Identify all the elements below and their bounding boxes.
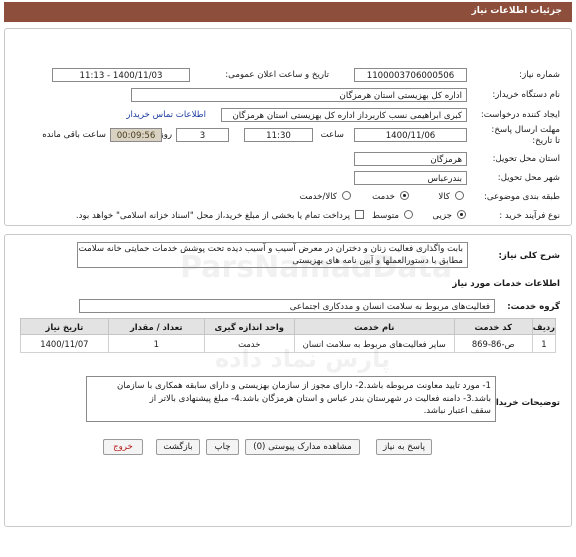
category-option-service: خدمت (372, 192, 395, 202)
cell-unit: خدمت (203, 334, 295, 353)
announce-datetime-field: 1400/11/03 - 11:13 (52, 68, 190, 82)
buyer-notes-line-1: 1- مورد تایید معاونت مربوطه باشد.2- دارا… (116, 381, 491, 391)
deadline-time-label: ساعت (320, 130, 344, 140)
remaining-time-field: 00:09:56 (110, 128, 162, 142)
services-section-title: اطلاعات خدمات مورد نیاز (452, 279, 560, 289)
category-radio-goods[interactable] (455, 191, 464, 200)
back-button[interactable]: بازگشت (156, 439, 200, 455)
buyer-notes-field: 1- مورد تایید معاونت مربوطه باشد.2- دارا… (86, 376, 496, 422)
cell-row-number: 1 (531, 334, 557, 353)
category-radio-goods-service[interactable] (342, 191, 351, 200)
category-label: طبقه بندی موضوعی: (483, 192, 560, 202)
buyer-notes-line-2: باشد.3- دامنه فعالیت در شهرستان بندر عبا… (149, 393, 491, 404)
description-line-2: مطابق با دستورالعملها و آیین نامه های به… (292, 256, 463, 266)
table-row: 1 ص-86-869 سایر فعالیت‌های مربوط به سلام… (20, 334, 557, 353)
deadline-date-field: 1400/11/06 (354, 128, 467, 142)
category-radio-service[interactable] (400, 191, 409, 200)
service-group-label: گروه خدمت: (507, 302, 560, 312)
treasury-payment-checkbox[interactable] (355, 210, 364, 219)
cell-quantity: 1 (107, 334, 205, 353)
service-group-field: فعالیت‌های مربوط به سلامت انسان و مددکار… (79, 299, 495, 313)
buyer-org-label: نام دستگاه خریدار: (492, 90, 560, 100)
col-need-date: تاریخ نیاز (20, 318, 109, 335)
process-radio-minor[interactable] (457, 210, 466, 219)
days-count-field: 3 (176, 128, 229, 142)
creator-label: ایجاد کننده درخواست: (480, 110, 560, 120)
buyer-org-field: اداره کل بهزیستی استان هرمزگان (131, 88, 467, 102)
col-service-name: نام خدمت (293, 318, 455, 335)
col-quantity: تعداد / مقدار (107, 318, 205, 335)
exit-button[interactable]: خروج (103, 439, 143, 455)
print-button[interactable]: چاپ (206, 439, 239, 455)
cell-service-code: ص-86-869 (453, 334, 533, 353)
city-field: بندرعباس (354, 171, 467, 185)
services-table: ردیف کد خدمت نام خدمت واحد اندازه گیری ت… (20, 318, 557, 353)
deadline-label: مهلت ارسال پاسخ: تا تاریخ: (491, 125, 560, 146)
category-option-goods: کالا (438, 192, 450, 202)
process-type-label: نوع فرآیند خرید : (499, 211, 560, 221)
need-number-field: 1100003706000506 (354, 68, 467, 82)
view-attachments-button[interactable]: مشاهده مدارک پیوستی (0) (245, 439, 360, 455)
process-option-minor: جزیی (432, 211, 452, 221)
page-title: جزئیات اطلاعات نیاز (471, 6, 562, 16)
announce-datetime-label: تاریخ و ساعت اعلان عمومی: (225, 70, 329, 80)
province-label: استان محل تحویل: (492, 154, 560, 164)
col-service-code: کد خدمت (453, 318, 533, 335)
cell-service-name: سایر فعالیت‌های مربوط به سلامت انسان (293, 334, 455, 353)
description-field: بابت واگذاری فعالیت زنان و دختران در معر… (77, 242, 468, 268)
province-field: هرمزگان (354, 152, 467, 166)
page-title-bar: جزئیات اطلاعات نیاز (4, 2, 572, 22)
city-label: شهر محل تحویل: (497, 173, 560, 183)
need-number-label: شماره نیاز: (519, 70, 560, 80)
remaining-time-label: ساعت باقی مانده (42, 130, 106, 140)
col-unit: واحد اندازه گیری (203, 318, 295, 335)
description-label: شرح کلی نیاز: (498, 251, 560, 261)
col-row-number: ردیف (531, 318, 557, 335)
buyer-contact-link[interactable]: اطلاعات تماس خریدار (126, 110, 206, 120)
process-radio-medium[interactable] (404, 210, 413, 219)
process-option-medium: متوسط (372, 211, 399, 221)
buyer-notes-label: توضیحات خریدار: (487, 398, 560, 408)
creator-field: کبری ابراهیمی نسب کاربرداز اداره کل بهزی… (221, 108, 467, 122)
category-option-goods-service: کالا/خدمت (299, 192, 337, 202)
deadline-time-field: 11:30 (244, 128, 313, 142)
description-line-1: بابت واگذاری فعالیت زنان و دختران در معر… (78, 244, 463, 254)
reply-button[interactable]: پاسخ به نیاز (376, 439, 432, 455)
cell-need-date: 1400/11/07 (20, 334, 109, 353)
treasury-payment-note: پرداخت تمام یا بخشی از مبلغ خرید،از محل … (75, 211, 350, 221)
buyer-notes-line-3: سقف اعتبار نباشد. (423, 406, 491, 416)
